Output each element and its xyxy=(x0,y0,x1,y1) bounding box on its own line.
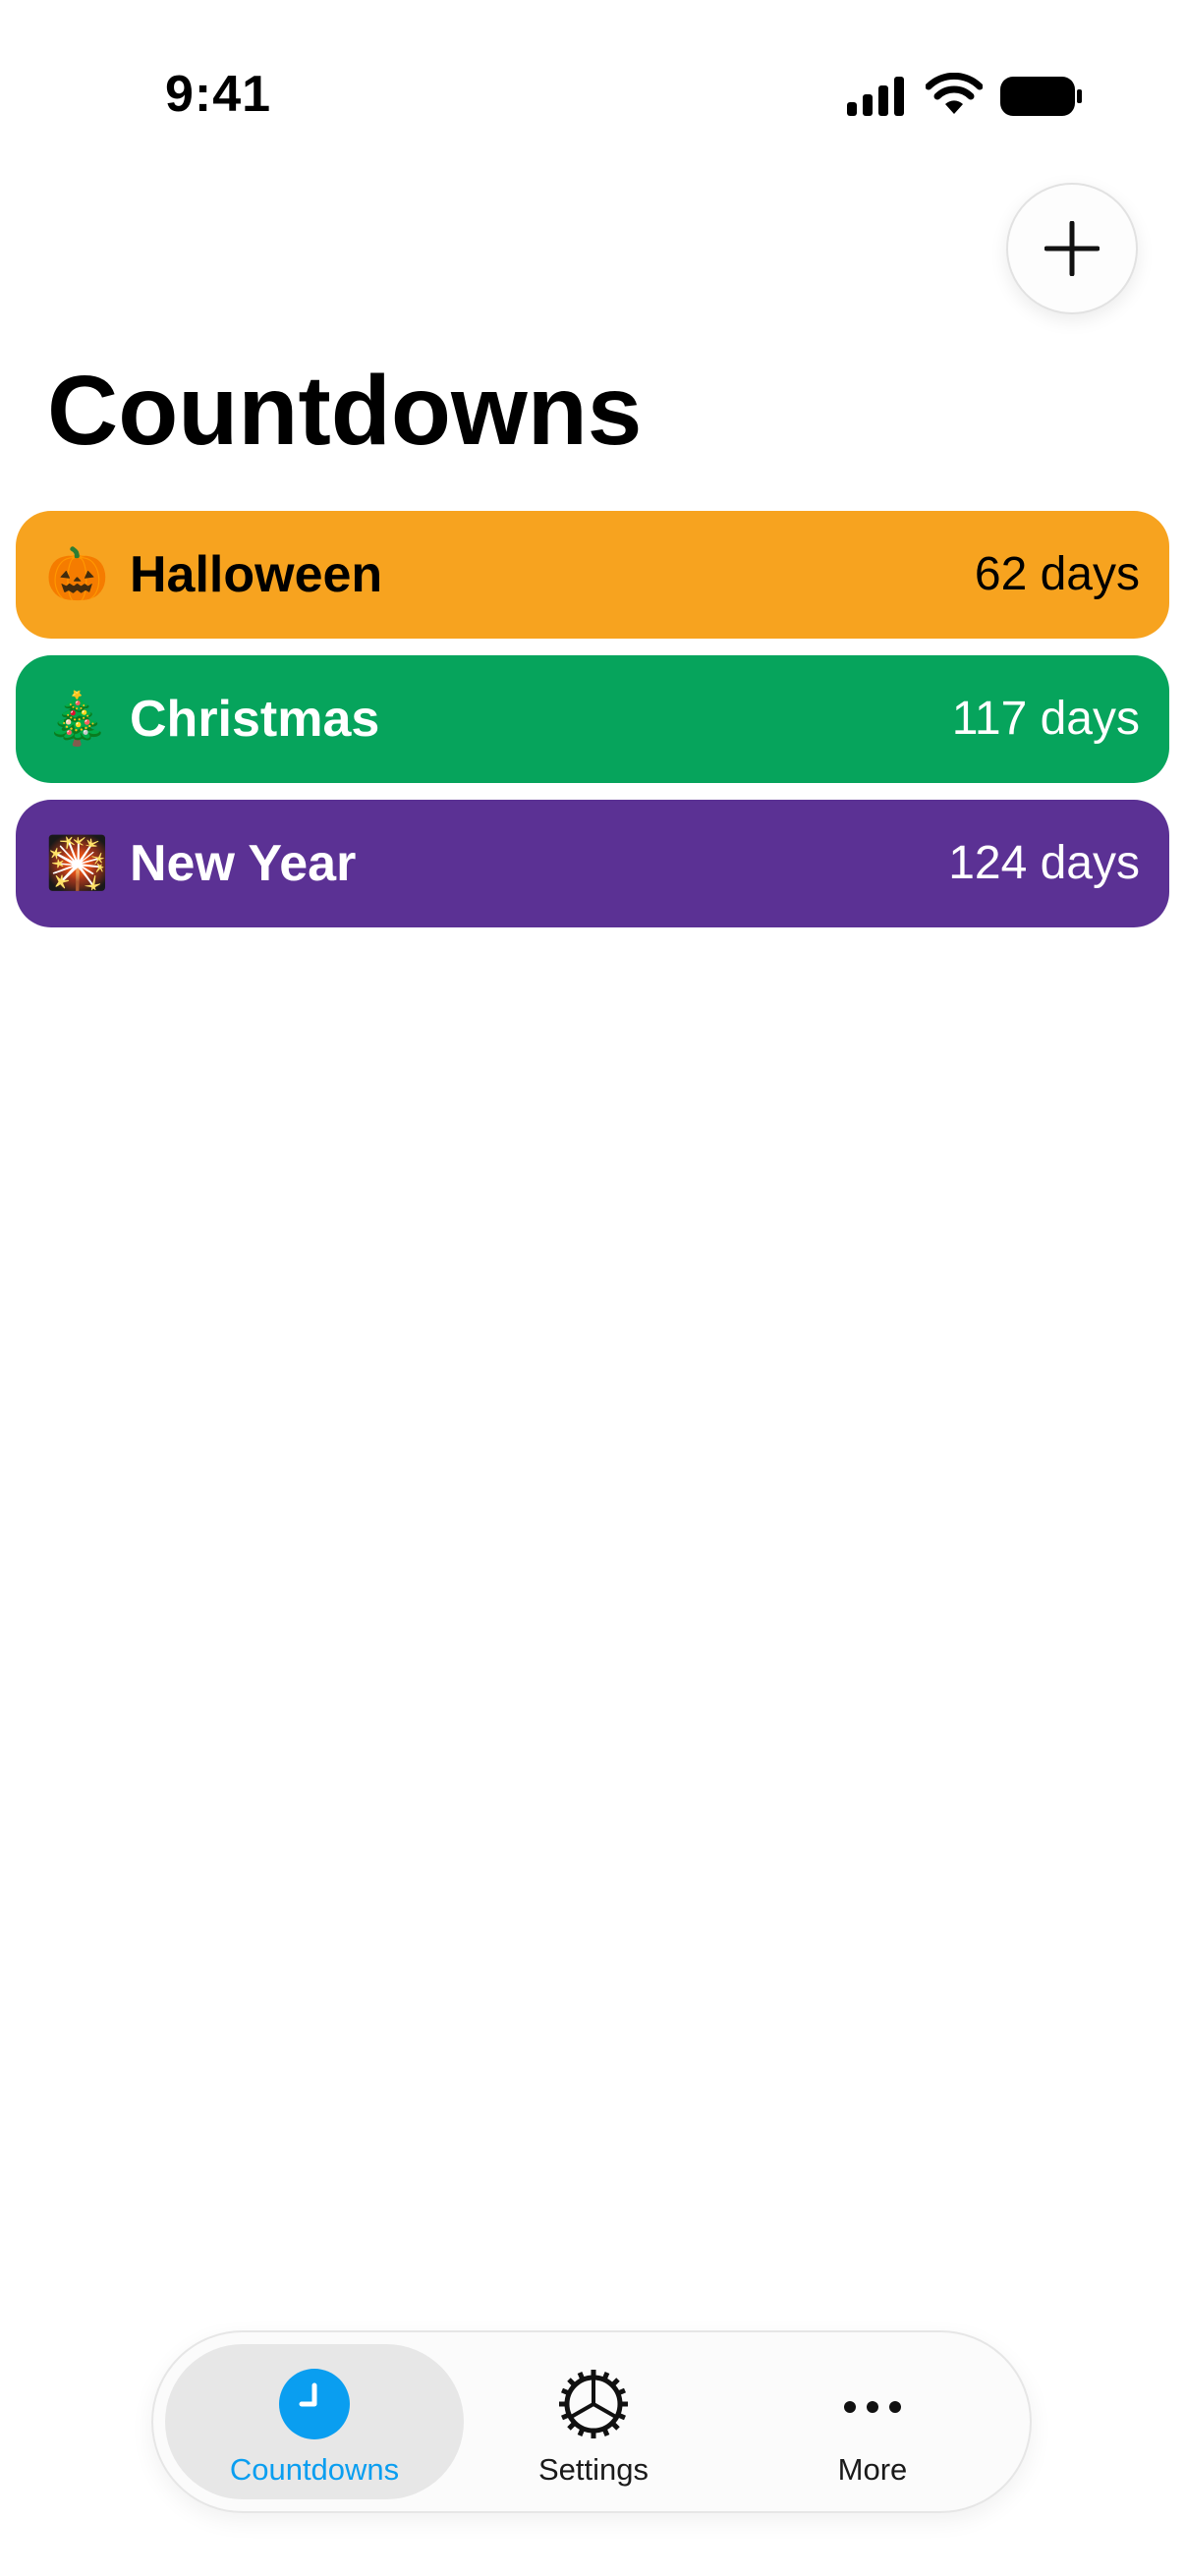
page-title: Countdowns xyxy=(47,356,643,466)
countdown-row-christmas[interactable]: 🎄 Christmas 117 days xyxy=(16,655,1169,783)
countdown-name: New Year xyxy=(130,835,357,892)
gear-icon xyxy=(559,2370,628,2438)
tab-label: Settings xyxy=(537,2452,649,2487)
tab-bar: Countdowns Settings More xyxy=(151,2330,1032,2513)
cellular-signal-icon xyxy=(847,77,904,116)
countdown-days: 124 days xyxy=(948,837,1140,889)
tab-settings[interactable]: Settings xyxy=(444,2344,743,2499)
plus-icon xyxy=(1044,221,1100,276)
countdown-name: Halloween xyxy=(130,546,383,603)
countdown-row-new-year[interactable]: 🎇 New Year 124 days xyxy=(16,800,1169,927)
tab-label: More xyxy=(837,2452,908,2487)
countdown-name: Christmas xyxy=(130,691,380,748)
ellipsis-icon xyxy=(844,2401,901,2413)
clock-icon xyxy=(279,2369,350,2439)
battery-icon xyxy=(1000,77,1082,116)
status-time: 9:41 xyxy=(165,66,272,123)
fireworks-icon: 🎇 xyxy=(45,835,109,892)
countdown-days: 117 days xyxy=(951,693,1140,745)
countdown-row-halloween[interactable]: 🎃 Halloween 62 days xyxy=(16,511,1169,639)
tab-more[interactable]: More xyxy=(723,2344,1022,2499)
tab-countdowns[interactable]: Countdowns xyxy=(165,2344,464,2499)
countdown-list: 🎃 Halloween 62 days 🎄 Christmas 117 days… xyxy=(16,511,1169,944)
countdown-days: 62 days xyxy=(974,548,1140,600)
wifi-icon xyxy=(926,73,983,114)
christmas-tree-icon: 🎄 xyxy=(45,691,109,748)
add-countdown-button[interactable] xyxy=(1006,183,1138,314)
pumpkin-icon: 🎃 xyxy=(45,546,109,603)
status-bar: 9:41 xyxy=(0,0,1185,187)
tab-label: Countdowns xyxy=(229,2452,400,2487)
